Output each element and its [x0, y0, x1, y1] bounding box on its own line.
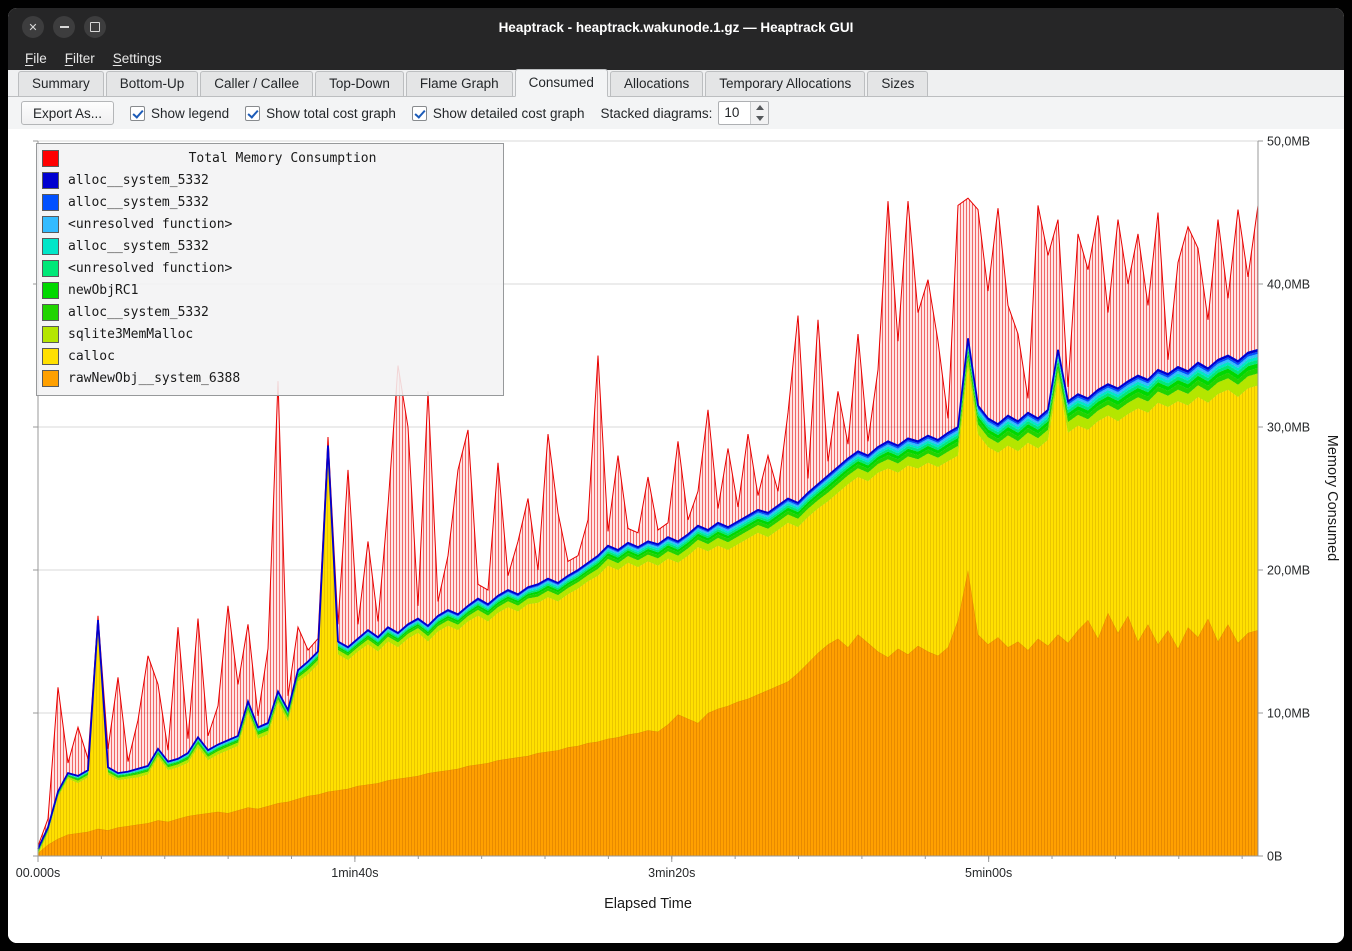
tab-flame-graph[interactable]: Flame Graph — [406, 71, 513, 96]
menu-settings[interactable]: Settings — [104, 49, 171, 68]
spin-up-button[interactable] — [751, 102, 768, 113]
tab-allocations[interactable]: Allocations — [610, 71, 703, 96]
legend-item-label: alloc__system_5332 — [68, 195, 209, 210]
tab-bar: SummaryBottom-UpCaller / CalleeTop-DownF… — [8, 70, 1344, 97]
consumed-chart-view[interactable]: 0B 10,0MB 20,0MB 30,0MB 40,0MB 50,0MB 00.000s 1… — [8, 129, 1344, 943]
checkbox-show-detailed-cost-graph[interactable]: Show detailed cost graph — [412, 106, 585, 121]
tab-sizes[interactable]: Sizes — [867, 71, 928, 96]
y-axis-title: Memory Consumed — [1324, 435, 1340, 562]
chevron-down-icon — [756, 116, 764, 121]
legend-item-label: alloc__system_5332 — [68, 239, 209, 254]
legend-swatch — [42, 194, 59, 211]
x-axis-title: Elapsed Time — [604, 896, 692, 912]
app-window: ✕ Heaptrack - heaptrack.wakunode.1.gz — … — [8, 8, 1344, 943]
y-axis-tick-label: 40,0MB — [1267, 278, 1310, 292]
legend-item: calloc — [42, 345, 497, 367]
legend-item: alloc__system_5332 — [42, 169, 497, 191]
legend-item: sqlite3MemMalloc — [42, 323, 497, 345]
y-axis-tick-label: 30,0MB — [1267, 421, 1310, 435]
tab-caller-callee[interactable]: Caller / Callee — [200, 71, 313, 96]
checkbox-label: Show total cost graph — [266, 106, 396, 121]
window-title: Heaptrack - heaptrack.wakunode.1.gz — He… — [8, 20, 1344, 35]
legend-item: alloc__system_5332 — [42, 301, 497, 323]
y-axis-tick-label: 0B — [1267, 850, 1282, 864]
legend-item-label: alloc__system_5332 — [68, 173, 209, 188]
checkbox-checked-icon[interactable] — [245, 106, 260, 121]
y-axis-tick-label: 10,0MB — [1267, 707, 1310, 721]
tab-top-down[interactable]: Top-Down — [315, 71, 404, 96]
legend-swatch — [42, 282, 59, 299]
maximize-square — [90, 22, 100, 32]
legend-swatch — [42, 326, 59, 343]
spinbox-value[interactable]: 10 — [719, 102, 750, 124]
legend-item-label: sqlite3MemMalloc — [68, 327, 193, 342]
legend-item-label: rawNewObj__system_6388 — [68, 371, 240, 386]
legend-swatch — [42, 348, 59, 365]
export-as-button[interactable]: Export As... — [21, 101, 114, 125]
legend-item-label: calloc — [68, 349, 115, 364]
menubar: FileFilterSettings — [8, 46, 1344, 70]
legend-swatch — [42, 172, 59, 189]
legend-item-label: <unresolved function> — [68, 217, 232, 232]
legend-swatch — [42, 260, 59, 277]
y-axis-tick-label: 50,0MB — [1267, 135, 1310, 149]
legend-item-label: alloc__system_5332 — [68, 305, 209, 320]
legend-item: newObjRC1 — [42, 279, 497, 301]
spin-down-button[interactable] — [751, 113, 768, 124]
legend-swatch — [42, 216, 59, 233]
legend-item-label: newObjRC1 — [68, 283, 138, 298]
legend-title-row: Total Memory Consumption — [42, 147, 497, 169]
x-axis-tick-label: 1min40s — [331, 866, 378, 880]
legend-item: <unresolved function> — [42, 257, 497, 279]
checkbox-group: Show legend Show total cost graph Show det… — [130, 106, 585, 121]
spinbox-buttons — [750, 102, 768, 124]
chevron-up-icon — [756, 105, 764, 110]
x-axis-tick-label: 3min20s — [648, 866, 695, 880]
x-axis-tick-label: 5min00s — [965, 866, 1012, 880]
stacked-diagrams-spinbox[interactable]: 10 — [718, 101, 769, 125]
tab-temporary-allocations[interactable]: Temporary Allocations — [705, 71, 865, 96]
tab-summary[interactable]: Summary — [18, 71, 104, 96]
legend-item: alloc__system_5332 — [42, 191, 497, 213]
stacked-diagrams-group: Stacked diagrams: 10 — [601, 101, 770, 125]
legend-swatch — [42, 150, 59, 167]
legend-item: <unresolved function> — [42, 213, 497, 235]
x-axis-tick-label: 00.000s — [16, 866, 60, 880]
checkbox-checked-icon[interactable] — [412, 106, 427, 121]
titlebar[interactable]: ✕ Heaptrack - heaptrack.wakunode.1.gz — … — [8, 8, 1344, 46]
checkbox-show-legend[interactable]: Show legend — [130, 106, 229, 121]
stacked-diagrams-label: Stacked diagrams: — [601, 106, 713, 121]
y-axis-tick-label: 20,0MB — [1267, 564, 1310, 578]
menu-file[interactable]: File — [16, 49, 56, 68]
tab-bottom-up[interactable]: Bottom-Up — [106, 71, 199, 96]
legend-title: Total Memory Consumption — [68, 151, 497, 166]
checkbox-label: Show detailed cost graph — [433, 106, 585, 121]
checkbox-checked-icon[interactable] — [130, 106, 145, 121]
chart-legend: Total Memory Consumption alloc__system_53… — [36, 143, 504, 396]
legend-swatch — [42, 370, 59, 387]
legend-item-label: <unresolved function> — [68, 261, 232, 276]
minimize-icon[interactable] — [53, 16, 75, 38]
legend-item: alloc__system_5332 — [42, 235, 497, 257]
tab-consumed[interactable]: Consumed — [515, 69, 608, 97]
window-controls: ✕ — [8, 16, 106, 38]
close-icon[interactable]: ✕ — [22, 16, 44, 38]
minimize-bar — [60, 26, 69, 28]
checkbox-label: Show legend — [151, 106, 229, 121]
legend-item: rawNewObj__system_6388 — [42, 367, 497, 389]
maximize-icon[interactable] — [84, 16, 106, 38]
menu-filter[interactable]: Filter — [56, 49, 104, 68]
legend-swatch — [42, 304, 59, 321]
toolbar: Export As... Show legend Show total cost … — [8, 97, 1344, 129]
legend-swatch — [42, 238, 59, 255]
checkbox-show-total-cost-graph[interactable]: Show total cost graph — [245, 106, 396, 121]
